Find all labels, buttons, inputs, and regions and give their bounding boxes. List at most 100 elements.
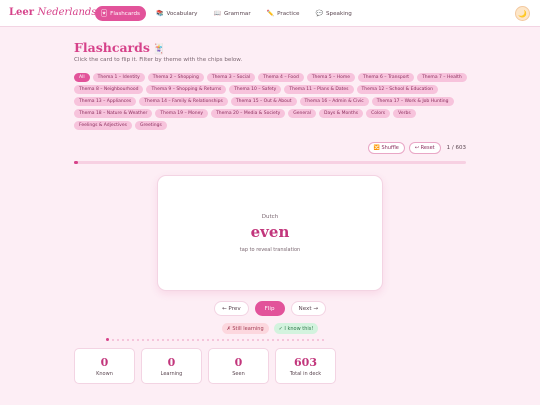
- reset-button[interactable]: ↩ Reset: [408, 142, 441, 154]
- card-dot[interactable]: [262, 338, 264, 341]
- chip-thema-16-admin-civic[interactable]: Thema 16 – Admin & Civic: [299, 97, 369, 106]
- nav-speaking[interactable]: 💬 Speaking: [310, 6, 358, 21]
- card-dot[interactable]: [132, 338, 134, 341]
- stat-value: 0: [234, 355, 243, 369]
- card-dot[interactable]: [237, 338, 239, 341]
- still-learning-button[interactable]: ✗ Still learning: [221, 323, 269, 334]
- card-dot[interactable]: [282, 338, 284, 341]
- flashcard[interactable]: Dutch even tap to reveal translation: [157, 175, 383, 291]
- chip-thema-20-media-society[interactable]: Thema 20 – Media & Society: [211, 109, 286, 118]
- card-dot[interactable]: [182, 338, 184, 341]
- card-dot[interactable]: [307, 338, 309, 341]
- card-dot[interactable]: [187, 338, 189, 341]
- card-dot[interactable]: [177, 338, 179, 341]
- card-dot[interactable]: [272, 338, 274, 341]
- chip-thema-15-out-about[interactable]: Thema 15 – Out & About: [230, 97, 297, 106]
- nav-vocabulary[interactable]: 📚 Vocabulary: [150, 6, 204, 21]
- card-dot[interactable]: [267, 338, 269, 341]
- deck-progress-bar: [74, 161, 466, 164]
- card-dot[interactable]: [242, 338, 244, 341]
- stat-value: 0: [167, 355, 176, 369]
- card-dot[interactable]: [167, 338, 169, 341]
- stat-learning: 0 Learning: [141, 348, 202, 384]
- chip-days-months[interactable]: Days & Months: [319, 109, 364, 118]
- next-button[interactable]: Next →: [290, 301, 327, 316]
- prev-button[interactable]: ← Prev: [213, 301, 249, 316]
- card-dot[interactable]: [152, 338, 154, 341]
- chip-feelings-adjectives[interactable]: Feelings & Adjectives: [74, 121, 132, 130]
- card-dot[interactable]: [317, 338, 319, 341]
- card-dot[interactable]: [257, 338, 259, 341]
- main-nav: 🃏 Flashcards 📚 Vocabulary 📖 Grammar ✏️ Practice…: [95, 6, 358, 21]
- chip-thema-3-social[interactable]: Thema 3 – Social: [206, 73, 256, 82]
- nav-label: Vocabulary: [166, 10, 198, 17]
- chip-thema-8-neighbourhood[interactable]: Thema 8 – Neighbourhood: [74, 85, 144, 94]
- card-dot[interactable]: [312, 338, 314, 341]
- card-dot[interactable]: [127, 338, 129, 341]
- chip-thema-2-shopping[interactable]: Thema 2 – Shopping: [147, 73, 204, 82]
- chip-thema-19-money[interactable]: Thema 19 – Money: [155, 109, 209, 118]
- page-subtitle: Click the card to flip it. Filter by the…: [74, 57, 243, 63]
- card-dot[interactable]: [287, 338, 289, 341]
- chip-thema-4-food[interactable]: Thema 4 – Food: [258, 73, 304, 82]
- card-dot[interactable]: [172, 338, 174, 341]
- card-dot[interactable]: [202, 338, 204, 341]
- chip-colors[interactable]: Colors: [366, 109, 391, 118]
- practice-icon: ✏️: [266, 10, 275, 17]
- chip-greetings[interactable]: Greetings: [134, 121, 167, 130]
- card-dot[interactable]: [232, 338, 234, 341]
- chip-thema-12-school-education[interactable]: Thema 12 – School & Education: [356, 85, 439, 94]
- card-dot[interactable]: [142, 338, 144, 341]
- chip-thema-6-transport[interactable]: Thema 6 – Transport: [358, 73, 415, 82]
- flip-button[interactable]: Flip: [254, 301, 285, 316]
- chip-thema-14-family-relationships[interactable]: Thema 14 – Family & Relationships: [139, 97, 228, 106]
- nav-label: Grammar: [223, 10, 251, 17]
- stat-seen: 0 Seen: [208, 348, 269, 384]
- theme-toggle-button[interactable]: 🌙: [515, 6, 530, 21]
- card-dot[interactable]: [292, 338, 294, 341]
- card-dot[interactable]: [192, 338, 194, 341]
- chip-verbs[interactable]: Verbs: [393, 109, 416, 118]
- nav-practice[interactable]: ✏️ Practice: [261, 6, 306, 21]
- chip-thema-17-work-job-hunting[interactable]: Thema 17 – Work & Job Hunting: [371, 97, 454, 106]
- chip-thema-5-home[interactable]: Thema 5 – Home: [306, 73, 356, 82]
- card-dot[interactable]: [106, 338, 109, 341]
- card-navigation: ← Prev Flip Next →: [0, 301, 540, 316]
- card-dot[interactable]: [217, 338, 219, 341]
- chip-thema-1-identity[interactable]: Thema 1 – Identity: [92, 73, 145, 82]
- card-dot[interactable]: [122, 338, 124, 341]
- card-dot[interactable]: [297, 338, 299, 341]
- chip-thema-13-appliances[interactable]: Thema 13 – Appliances: [74, 97, 137, 106]
- card-dot[interactable]: [147, 338, 149, 341]
- card-dot[interactable]: [247, 338, 249, 341]
- card-dot[interactable]: [207, 338, 209, 341]
- card-dot[interactable]: [137, 338, 139, 341]
- card-dot[interactable]: [157, 338, 159, 341]
- i-know-this-button[interactable]: ✓ I know this!: [273, 323, 319, 334]
- chip-all[interactable]: All: [74, 73, 90, 82]
- card-dot[interactable]: [197, 338, 199, 341]
- card-dot[interactable]: [227, 338, 229, 341]
- stats-row: 0 Known 0 Learning 0 Seen 603 Total in deck: [74, 348, 336, 384]
- nav-flashcards[interactable]: 🃏 Flashcards: [95, 6, 146, 21]
- card-dot[interactable]: [212, 338, 214, 341]
- chip-general[interactable]: General: [288, 109, 316, 118]
- card-dot[interactable]: [252, 338, 254, 341]
- card-dot[interactable]: [277, 338, 279, 341]
- card-dot[interactable]: [162, 338, 164, 341]
- shuffle-button[interactable]: 🔀 Shuffle: [367, 142, 405, 154]
- card-dot[interactable]: [112, 338, 114, 341]
- chip-thema-11-plans-dates[interactable]: Thema 11 – Plans & Dates: [284, 85, 354, 94]
- card-dot[interactable]: [302, 338, 304, 341]
- nav-grammar[interactable]: 📖 Grammar: [207, 6, 256, 21]
- chip-thema-10-safety[interactable]: Thema 10 – Safety: [229, 85, 282, 94]
- page-title-text: Flashcards: [74, 40, 150, 55]
- chip-thema-7-health[interactable]: Thema 7 – Health: [417, 73, 467, 82]
- chip-thema-9-shopping-returns[interactable]: Thema 9 – Shopping & Returns: [146, 85, 227, 94]
- stat-label: Seen: [232, 370, 245, 377]
- card-dot[interactable]: [117, 338, 119, 341]
- chip-thema-18-nature-weather[interactable]: Thema 18 – Nature & Weather: [74, 109, 153, 118]
- card-dot[interactable]: [322, 338, 324, 341]
- card-dot[interactable]: [222, 338, 224, 341]
- cards-icon: 🃏: [152, 44, 166, 55]
